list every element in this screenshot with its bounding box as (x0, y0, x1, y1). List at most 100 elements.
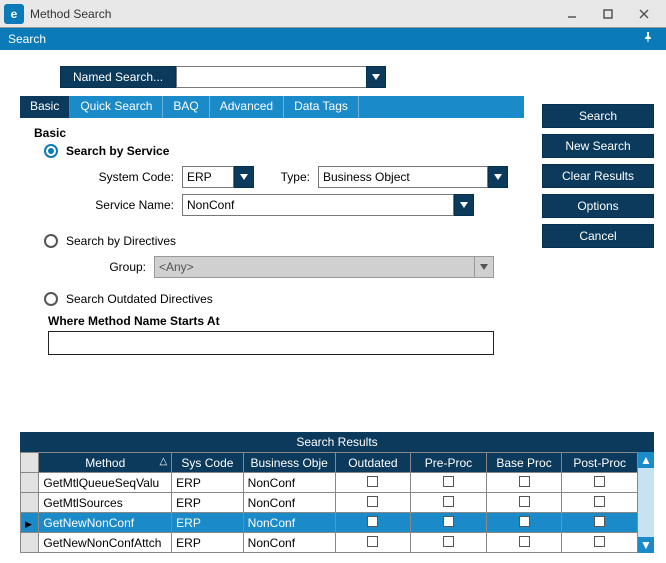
grid-scrollbar[interactable]: ▲ ▼ (638, 452, 654, 553)
type-input[interactable] (318, 166, 488, 188)
cell-pre-proc[interactable] (411, 473, 487, 493)
named-search-drop-icon[interactable] (366, 66, 386, 88)
col-post-proc[interactable]: Post-Proc (562, 453, 638, 473)
cell-pre-proc[interactable] (411, 513, 487, 533)
col-base-proc[interactable]: Base Proc (486, 453, 562, 473)
radio-label: Search Outdated Directives (66, 292, 213, 306)
radio-search-by-directives[interactable]: Search by Directives (44, 234, 524, 248)
radio-label: Search by Service (66, 144, 169, 158)
radio-icon (44, 144, 58, 158)
scroll-down-icon[interactable]: ▼ (638, 537, 654, 553)
named-search-button[interactable]: Named Search... (60, 66, 176, 88)
pin-icon[interactable] (642, 31, 658, 47)
cell-post-proc[interactable] (562, 533, 638, 553)
checkbox-icon (443, 476, 454, 487)
close-button[interactable] (626, 0, 662, 27)
col-sys-code[interactable]: Sys Code (172, 453, 244, 473)
table-row[interactable]: GetNewNonConfERPNonConf (21, 513, 638, 533)
checkbox-icon (519, 476, 530, 487)
cell-post-proc[interactable] (562, 473, 638, 493)
basic-group-title: Basic (34, 126, 524, 140)
row-header (21, 473, 39, 493)
cell-outdated[interactable] (335, 513, 411, 533)
cell-method: GetMtlQueueSeqValu (39, 473, 172, 493)
col-method[interactable]: Method△ (39, 453, 172, 473)
row-header (21, 513, 39, 533)
system-code-line: System Code: Type: (76, 166, 524, 188)
row-header (21, 533, 39, 553)
group-label: Group: (76, 260, 146, 274)
tab-quick-search[interactable]: Quick Search (70, 96, 163, 118)
results-grid: Method△ Sys Code Business Obje Outdated … (20, 452, 638, 553)
service-name-input[interactable] (182, 194, 454, 216)
cell-base-proc[interactable] (486, 513, 562, 533)
cell-base-proc[interactable] (486, 533, 562, 553)
cell-outdated[interactable] (335, 493, 411, 513)
checkbox-icon (519, 536, 530, 547)
service-name-label: Service Name: (76, 198, 174, 212)
named-search-input[interactable] (176, 66, 366, 88)
col-business-obj[interactable]: Business Obje (243, 453, 335, 473)
col-outdated[interactable]: Outdated (335, 453, 411, 473)
cancel-button[interactable]: Cancel (542, 224, 654, 248)
checkbox-icon (594, 476, 605, 487)
where-input[interactable] (48, 331, 494, 355)
checkbox-icon (367, 516, 378, 527)
cell-post-proc[interactable] (562, 493, 638, 513)
named-search-row: Named Search... (60, 66, 654, 88)
service-name-line: Service Name: (76, 194, 524, 216)
menu-search[interactable]: Search (8, 32, 46, 46)
cell-business-obj: NonConf (243, 493, 335, 513)
radio-search-outdated[interactable]: Search Outdated Directives (44, 292, 524, 306)
minimize-button[interactable] (554, 0, 590, 27)
grid-header-row: Method△ Sys Code Business Obje Outdated … (21, 453, 638, 473)
cell-sys-code: ERP (172, 533, 244, 553)
cell-method: GetNewNonConfAttch (39, 533, 172, 553)
group-input[interactable] (154, 256, 474, 278)
sort-asc-icon: △ (159, 456, 167, 467)
checkbox-icon (367, 476, 378, 487)
cell-sys-code: ERP (172, 513, 244, 533)
cell-method: GetMtlSources (39, 493, 172, 513)
radio-icon (44, 234, 58, 248)
checkbox-icon (367, 536, 378, 547)
table-row[interactable]: GetMtlQueueSeqValuERPNonConf (21, 473, 638, 493)
group-drop-icon[interactable] (474, 256, 494, 278)
search-button[interactable]: Search (542, 104, 654, 128)
action-panel: Search New Search Clear Results Options … (542, 96, 654, 428)
cell-method: GetNewNonConf (39, 513, 172, 533)
tab-basic[interactable]: Basic (20, 96, 70, 118)
cell-outdated[interactable] (335, 533, 411, 553)
clear-results-button[interactable]: Clear Results (542, 164, 654, 188)
cell-outdated[interactable] (335, 473, 411, 493)
service-name-drop-icon[interactable] (454, 194, 474, 216)
cell-post-proc[interactable] (562, 513, 638, 533)
checkbox-icon (443, 496, 454, 507)
checkbox-icon (594, 516, 605, 527)
tab-advanced[interactable]: Advanced (210, 96, 284, 118)
maximize-button[interactable] (590, 0, 626, 27)
cell-pre-proc[interactable] (411, 533, 487, 553)
table-row[interactable]: GetMtlSourcesERPNonConf (21, 493, 638, 513)
cell-business-obj: NonConf (243, 533, 335, 553)
type-drop-icon[interactable] (488, 166, 508, 188)
cell-base-proc[interactable] (486, 493, 562, 513)
options-button[interactable]: Options (542, 194, 654, 218)
radio-search-by-service[interactable]: Search by Service (44, 144, 524, 158)
table-row[interactable]: GetNewNonConfAttchERPNonConf (21, 533, 638, 553)
system-code-drop-icon[interactable] (234, 166, 254, 188)
cell-pre-proc[interactable] (411, 493, 487, 513)
tab-baq[interactable]: BAQ (163, 96, 209, 118)
tab-data-tags[interactable]: Data Tags (284, 96, 359, 118)
scroll-track[interactable] (638, 468, 654, 537)
grid-corner (21, 453, 39, 473)
checkbox-icon (519, 496, 530, 507)
results-title: Search Results (20, 432, 654, 452)
scroll-up-icon[interactable]: ▲ (638, 452, 654, 468)
col-pre-proc[interactable]: Pre-Proc (411, 453, 487, 473)
menubar: Search (0, 28, 666, 50)
cell-sys-code: ERP (172, 473, 244, 493)
cell-base-proc[interactable] (486, 473, 562, 493)
system-code-input[interactable] (182, 166, 234, 188)
new-search-button[interactable]: New Search (542, 134, 654, 158)
